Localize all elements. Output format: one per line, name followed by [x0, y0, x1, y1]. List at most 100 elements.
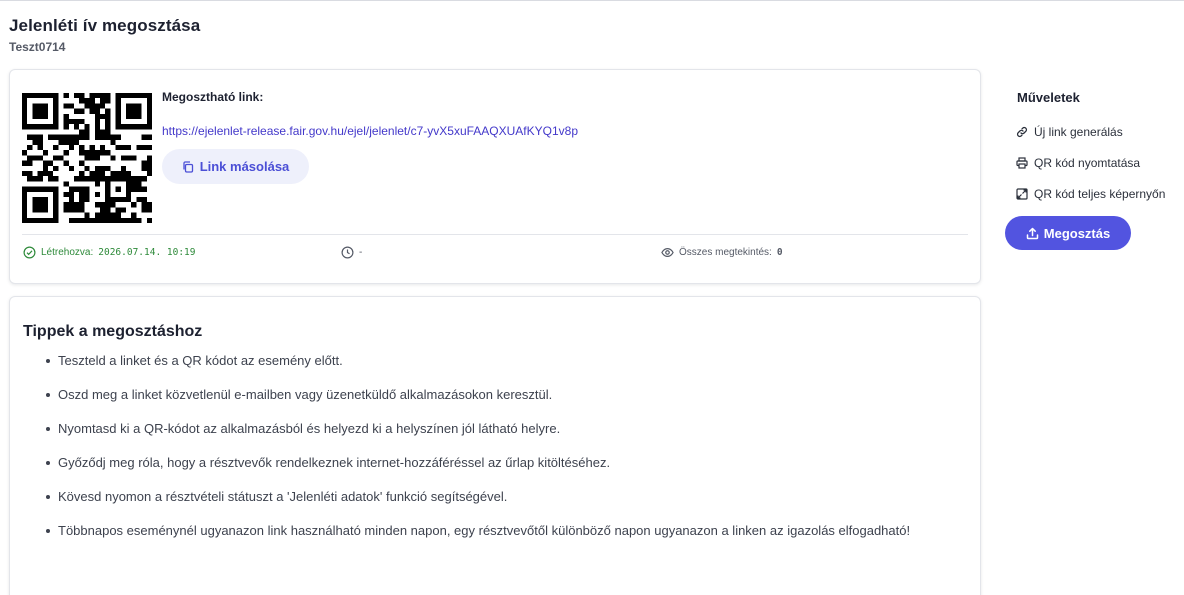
share-link-url[interactable]: https://ejelenlet-release.fair.gov.hu/ej… — [162, 124, 578, 138]
qr-module — [105, 108, 111, 114]
qr-module — [126, 93, 132, 99]
qr-module — [79, 186, 85, 192]
qr-module — [136, 186, 142, 192]
qr-module — [84, 98, 90, 104]
qr-module — [22, 150, 28, 156]
qr-module — [115, 176, 121, 182]
qr-module — [53, 145, 59, 151]
qr-module — [94, 176, 100, 182]
qr-module — [79, 197, 85, 203]
qr-module — [115, 186, 121, 192]
tip-item: Nyomtasd ki a QR-kódot az alkalmazásból … — [46, 421, 958, 437]
qr-module — [131, 108, 137, 114]
qr-module — [120, 171, 126, 177]
expand-icon — [1016, 188, 1028, 200]
qr-module — [53, 124, 59, 130]
qr-module — [141, 124, 147, 130]
qr-module — [146, 160, 152, 166]
qr-module — [136, 176, 142, 182]
qr-module — [79, 160, 85, 166]
qr-module — [68, 139, 74, 145]
expiry-value: - — [359, 247, 363, 258]
copy-icon — [183, 160, 193, 173]
qr-module — [146, 171, 152, 177]
qr-module — [48, 134, 54, 140]
qr-module — [100, 217, 106, 223]
qr-module — [94, 191, 100, 197]
qr-module — [37, 202, 43, 208]
qr-module — [105, 207, 111, 213]
qr-module — [68, 119, 74, 125]
qr-module — [146, 202, 152, 208]
qr-module — [53, 186, 59, 192]
qr-module — [141, 165, 147, 171]
qr-module — [120, 197, 126, 203]
printer-icon — [1016, 157, 1028, 169]
qr-module — [79, 119, 85, 125]
qr-module — [32, 139, 38, 145]
qr-module — [79, 108, 85, 114]
qr-module — [79, 129, 85, 135]
qr-module — [32, 124, 38, 130]
qr-module — [84, 186, 90, 192]
qr-module — [53, 119, 59, 125]
expiry-meta: - — [341, 246, 362, 259]
qr-module — [110, 139, 116, 145]
qr-module — [22, 191, 28, 197]
qr-module — [115, 197, 121, 203]
qr-module — [84, 176, 90, 182]
qr-module — [58, 139, 64, 145]
copy-link-button[interactable]: Link másolása — [162, 149, 309, 184]
qr-module — [58, 155, 64, 161]
qr-module — [110, 176, 116, 182]
qr-module — [89, 150, 95, 156]
qr-module — [74, 186, 80, 192]
qr-module — [94, 129, 100, 135]
qr-module — [74, 176, 80, 182]
qr-module — [126, 217, 132, 223]
eye-icon — [661, 247, 674, 258]
qr-module — [105, 181, 111, 187]
qr-module — [53, 98, 59, 104]
qr-module — [141, 93, 147, 99]
qr-module — [27, 176, 33, 182]
new-link-action[interactable]: Új link generálás — [1016, 125, 1123, 139]
qr-module — [94, 103, 100, 109]
qr-module — [131, 202, 137, 208]
qr-module — [37, 176, 43, 182]
print-qr-label: QR kód nyomtatása — [1034, 156, 1141, 170]
qr-module — [32, 202, 38, 208]
print-qr-action[interactable]: QR kód nyomtatása — [1016, 156, 1140, 170]
tip-item: Oszd meg a linket közvetlenül e-mailben … — [46, 387, 958, 403]
qr-module — [136, 197, 142, 203]
qr-module — [94, 113, 100, 119]
qr-module — [126, 186, 132, 192]
qr-module — [48, 171, 54, 177]
qr-module — [115, 171, 121, 177]
qr-module — [42, 202, 48, 208]
share-button[interactable]: Megosztás — [1005, 216, 1131, 250]
qr-module — [89, 93, 95, 99]
qr-module — [42, 165, 48, 171]
qr-module — [146, 155, 152, 161]
qr-module — [100, 165, 106, 171]
qr-module — [27, 93, 33, 99]
qr-module — [94, 150, 100, 156]
qr-module — [48, 160, 54, 166]
qr-module — [42, 124, 48, 130]
qr-module — [126, 108, 132, 114]
qr-module — [42, 103, 48, 109]
qr-module — [115, 119, 121, 125]
qr-module — [89, 171, 95, 177]
fullscreen-qr-action[interactable]: QR kód teljes képernyőn — [1016, 187, 1165, 201]
qr-module — [22, 217, 28, 223]
qr-module — [120, 207, 126, 213]
qr-module — [37, 207, 43, 213]
qr-module — [146, 113, 152, 119]
qr-module — [84, 212, 90, 218]
qr-module — [94, 181, 100, 187]
qr-module — [53, 176, 59, 182]
qr-module — [37, 186, 43, 192]
qr-module — [42, 207, 48, 213]
qr-module — [63, 93, 69, 99]
